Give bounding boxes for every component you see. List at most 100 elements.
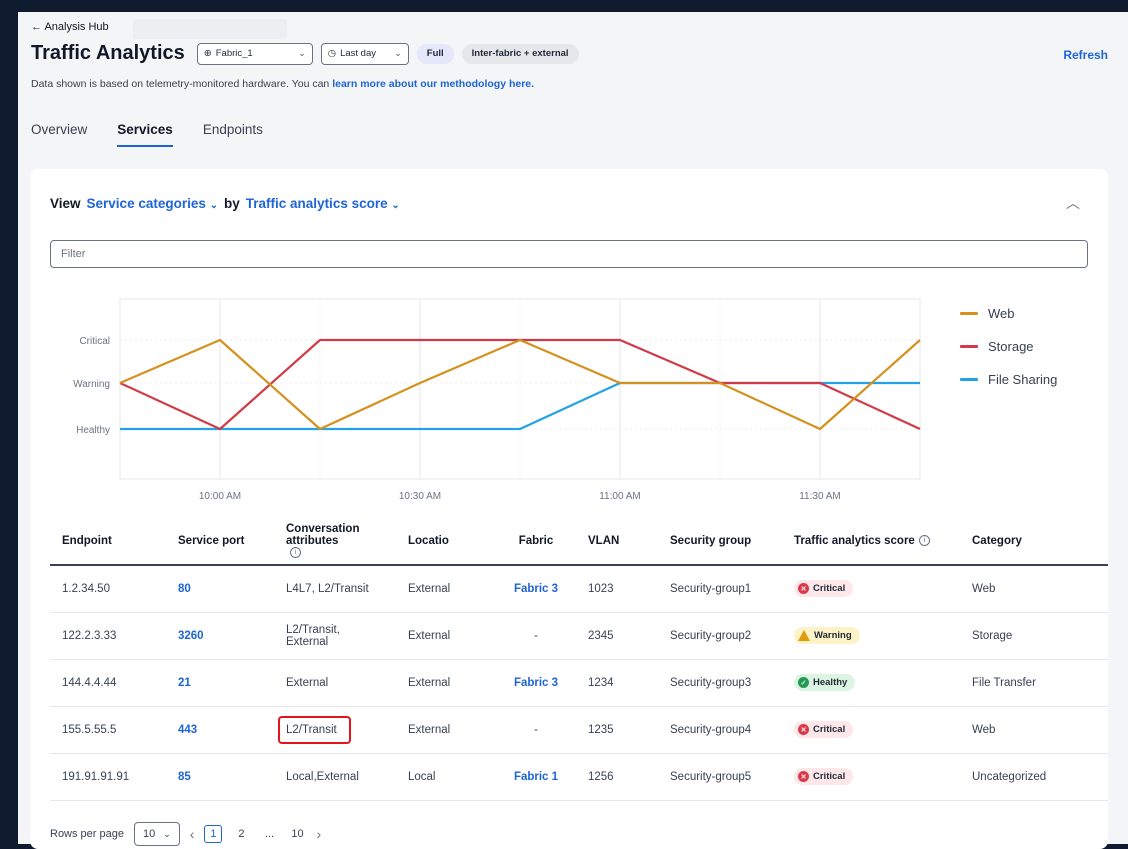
cell-fabric: - — [496, 612, 576, 660]
cell-endpoint: 122.2.3.33 — [50, 612, 166, 660]
services-card: View Service categories ⌄ by Traffic ana… — [30, 169, 1108, 849]
cell-score: ✕ Critical — [782, 753, 960, 801]
inter-fabric-pill[interactable]: Inter-fabric + external — [461, 43, 579, 64]
x-tick-label: 10:30 AM — [399, 491, 441, 502]
status-badge: Warning — [794, 627, 860, 644]
col-fabric[interactable]: Fabric — [496, 517, 576, 566]
y-tick-label: Warning — [73, 379, 110, 390]
col-service-port[interactable]: Service port — [166, 517, 274, 566]
legend-swatch — [960, 312, 978, 315]
legend-swatch — [960, 378, 978, 381]
col-location[interactable]: Locatio — [396, 517, 496, 566]
app-window: ← Analysis Hub Traffic Analytics ⊕ Fabri… — [18, 12, 1128, 849]
legend-label: File Sharing — [988, 372, 1058, 387]
page-title: Traffic Analytics — [31, 42, 185, 64]
status-badge: ✓ Healthy — [794, 674, 856, 691]
cell-service-port-link[interactable]: 3260 — [166, 612, 274, 660]
cell-location: Local — [396, 753, 496, 801]
fabric-select[interactable]: ⊕ Fabric_1 ⌄ — [196, 42, 313, 65]
page-2[interactable]: 2 — [232, 825, 250, 843]
table-row[interactable]: 122.2.3.33 3260 L2/Transit, External Extern… — [50, 612, 1108, 660]
cell-fabric: - — [496, 706, 576, 754]
service-categories-dropdown[interactable]: Service categories ⌄ — [87, 196, 218, 211]
chevron-down-icon: ⌄ — [391, 200, 400, 211]
filter-input[interactable]: Filter — [50, 240, 1088, 268]
cell-security-group: Security-group3 — [658, 659, 782, 707]
highlight-box: L2/Transit — [278, 715, 351, 744]
rows-per-page-select[interactable]: 10 ⌄ — [134, 822, 180, 846]
cell-fabric[interactable]: Fabric 3 — [496, 659, 576, 707]
col-endpoint[interactable]: Endpoint — [50, 517, 166, 566]
col-category[interactable]: Category — [960, 517, 1108, 566]
cell-security-group: Security-group4 — [658, 706, 782, 754]
table-row[interactable]: 144.4.4.44 21 External External Fabric 3 1234… — [50, 659, 1108, 707]
x-tick-label: 10:00 AM — [199, 491, 241, 502]
y-tick-label: Healthy — [76, 425, 110, 436]
cell-endpoint: 155.5.55.5 — [50, 706, 166, 754]
cell-category: Web — [960, 565, 1108, 613]
next-page-icon[interactable]: › — [316, 826, 321, 842]
status-badge: ✕ Critical — [794, 768, 854, 785]
x-tick-label: 11:00 AM — [599, 491, 641, 502]
cell-service-port-link[interactable]: 85 — [166, 753, 274, 801]
chevron-down-icon: ⌄ — [209, 200, 219, 211]
chart-legend: Web Storage File Sharing — [960, 297, 1057, 396]
prev-page-icon[interactable]: ‹ — [190, 826, 195, 842]
info-icon[interactable]: i — [290, 546, 301, 558]
cell-conversation: L2/Transit — [274, 706, 396, 754]
legend-item[interactable]: Web — [960, 297, 1057, 330]
col-conversation[interactable]: Conversation attributesi — [274, 517, 396, 566]
rows-per-page-value: 10 — [143, 828, 156, 840]
cell-score: Warning — [782, 612, 960, 660]
cell-endpoint: 1.2.34.50 — [50, 565, 166, 613]
methodology-link[interactable]: learn more about our methodology here. — [332, 78, 534, 90]
breadcrumb-placeholder — [133, 19, 287, 39]
back-link[interactable]: ← Analysis Hub — [31, 21, 109, 33]
time-select-value: Last day — [340, 48, 376, 59]
col-score[interactable]: Traffic analytics score i — [782, 517, 960, 566]
cell-location: External — [396, 565, 496, 613]
cell-score: ✓ Healthy — [782, 659, 960, 707]
cell-vlan: 2345 — [576, 612, 658, 660]
cell-service-port-link[interactable]: 443 — [166, 706, 274, 754]
legend-swatch — [960, 345, 978, 348]
col-vlan[interactable]: VLAN — [576, 517, 658, 566]
table-row[interactable]: 191.91.91.91 85 Local,External Local Fabric … — [50, 753, 1108, 801]
tab-services[interactable]: Services — [117, 122, 173, 147]
check-circle-icon: ✓ — [798, 677, 809, 688]
legend-item[interactable]: Storage — [960, 330, 1057, 363]
tab-endpoints[interactable]: Endpoints — [203, 122, 263, 147]
full-pill[interactable]: Full — [416, 43, 454, 64]
time-select[interactable]: ◷ Last day ⌄ — [320, 42, 409, 65]
cell-category: File Transfer — [960, 659, 1108, 707]
critical-icon: ✕ — [798, 724, 809, 735]
tab-overview[interactable]: Overview — [31, 122, 87, 147]
refresh-button[interactable]: Refresh — [1063, 48, 1108, 62]
cell-fabric[interactable]: Fabric 3 — [496, 565, 576, 613]
cell-security-group: Security-group5 — [658, 753, 782, 801]
col-security-group[interactable]: Security group — [658, 517, 782, 566]
cell-security-group: Security-group2 — [658, 612, 782, 660]
cell-conversation: L2/Transit, External — [274, 612, 396, 660]
table-row[interactable]: 155.5.55.5 443 L2/Transit External -1235 Secu… — [50, 706, 1108, 754]
critical-icon: ✕ — [798, 771, 809, 782]
description-text: Data shown is based on telemetry-monitor… — [31, 78, 333, 90]
x-tick-label: 11:30 AM — [799, 491, 841, 502]
cell-service-port-link[interactable]: 80 — [166, 565, 274, 613]
series-line-file-sharing — [120, 381, 920, 431]
services-table: Endpoint Service port Conversation attri… — [50, 517, 1108, 801]
cell-category: Uncategorized — [960, 753, 1108, 801]
score-dropdown[interactable]: Traffic analytics score ⌄ — [246, 196, 400, 211]
cell-vlan: 1256 — [576, 753, 658, 801]
page-1[interactable]: 1 — [204, 825, 223, 843]
collapse-chevron-up-icon[interactable]: ︿ — [1066, 193, 1080, 213]
table-row[interactable]: 1.2.34.50 80 L4L7, L2/Transit External Fabri… — [50, 565, 1108, 613]
legend-item[interactable]: File Sharing — [960, 363, 1057, 396]
chevron-down-icon: ⌄ — [163, 828, 171, 839]
info-icon[interactable]: i — [918, 534, 930, 546]
page-10[interactable]: 10 — [288, 825, 306, 843]
rows-per-page-label: Rows per page — [50, 828, 124, 840]
cell-fabric[interactable]: Fabric 1 — [496, 753, 576, 801]
page-description: Data shown is based on telemetry-monitor… — [31, 78, 534, 90]
cell-service-port-link[interactable]: 21 — [166, 659, 274, 707]
